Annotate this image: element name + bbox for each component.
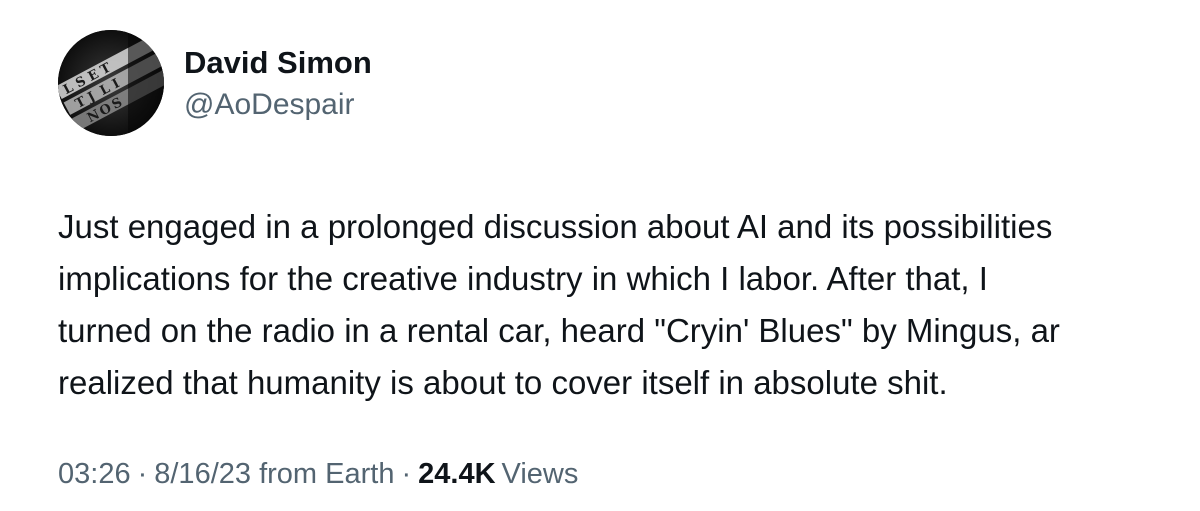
views-label: Views — [501, 458, 579, 490]
tweet-time[interactable]: 03:26 — [58, 458, 131, 490]
views-count: 24.4K — [418, 458, 496, 490]
meta-separator: · — [137, 458, 148, 490]
author-display-name[interactable]: David Simon — [184, 44, 372, 82]
typewriter-keys-icon: LSET TJ LI NOS — [58, 30, 164, 136]
tweet-date[interactable]: 8/16/23 — [154, 458, 251, 490]
avatar[interactable]: LSET TJLI NOS — [58, 30, 164, 136]
tweet-metadata: 03:26 · 8/16/23 from Earth · 24.4K Views — [58, 454, 578, 494]
tweet-text: Just engaged in a prolonged discussion a… — [58, 201, 1200, 409]
tweet-text-line: implications for the creative industry i… — [58, 260, 988, 297]
tweet-source: from Earth — [259, 458, 395, 490]
meta-separator: · — [401, 458, 412, 490]
tweet-text-line: Just engaged in a prolonged discussion a… — [58, 208, 1053, 245]
tweet-text-line: turned on the radio in a rental car, hea… — [58, 312, 1060, 349]
tweet-text-line: realized that humanity is about to cover… — [58, 364, 948, 401]
tweet-card: LSET TJLI NOS David Simon @AoDespair Jus… — [0, 0, 1200, 511]
author-identity: David Simon @AoDespair — [184, 44, 372, 124]
author-handle[interactable]: @AoDespair — [184, 86, 372, 124]
